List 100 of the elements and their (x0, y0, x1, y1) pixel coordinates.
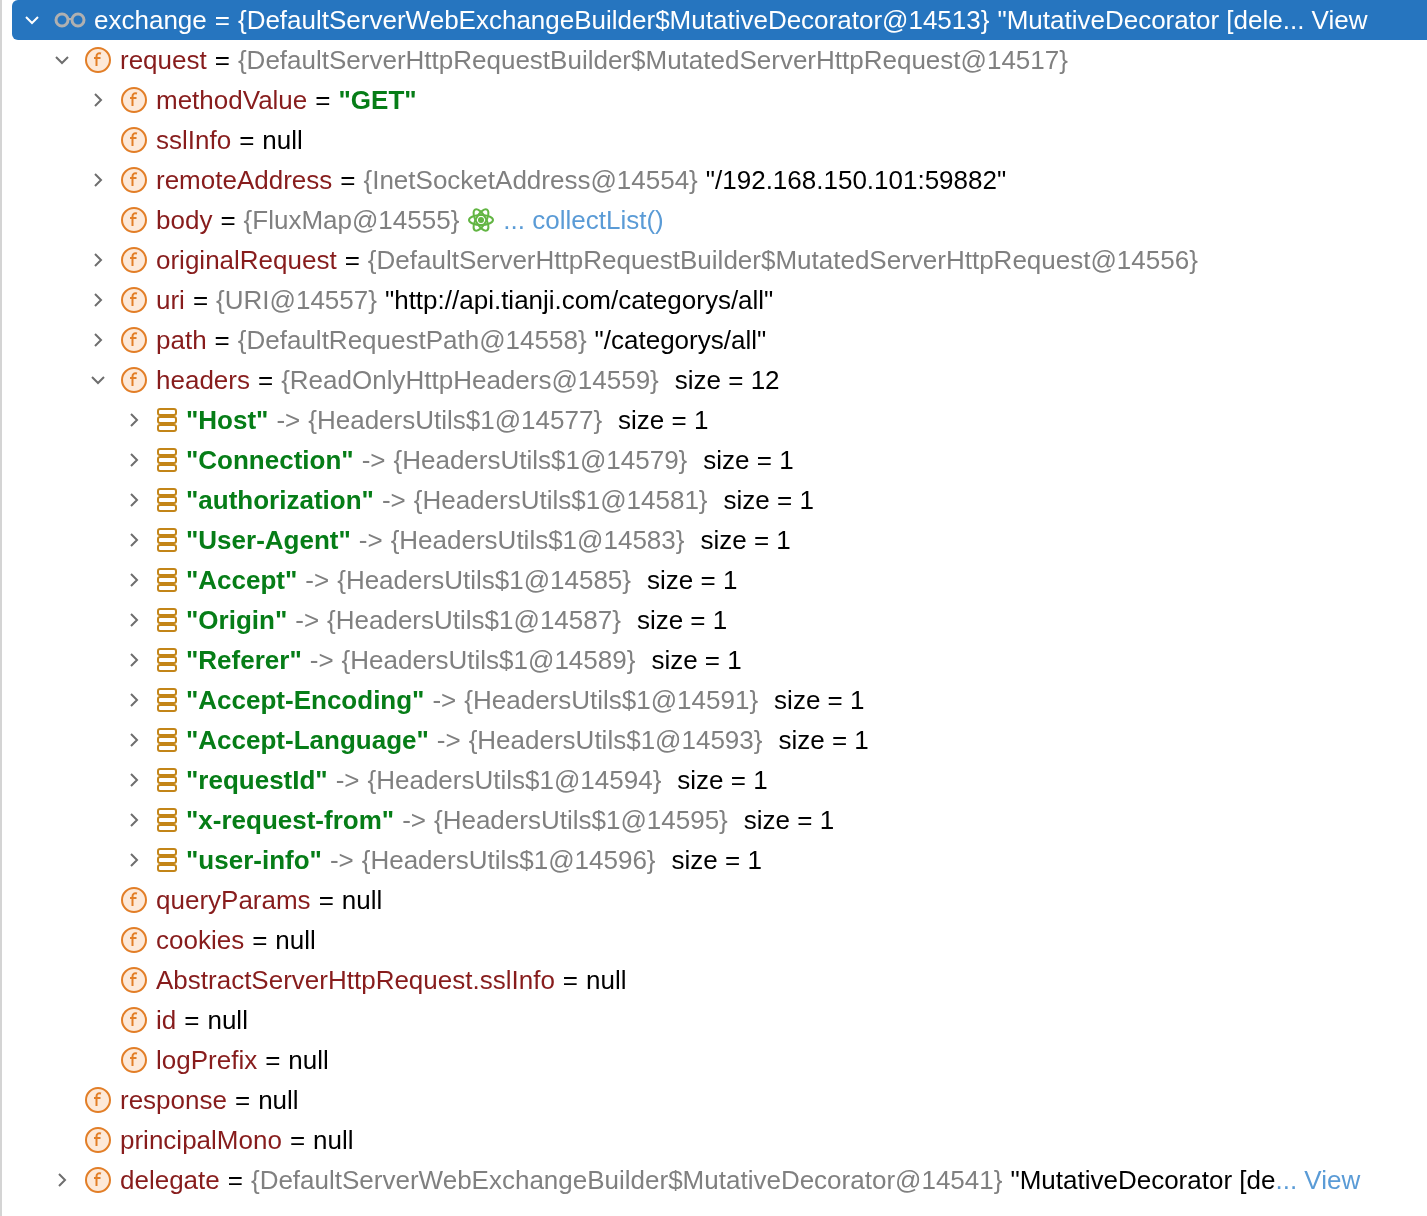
tree-row[interactable]: path = {DefaultRequestPath@14558} "/categorys/all" (2, 320, 1427, 360)
type-text: {DefaultServerHttpRequestBuilder$MutatedServerHttpRequest@14517} (237, 44, 1068, 76)
tree-row[interactable]: "Accept-Language" -> {HeadersUtils$1@14593} size = 1 (2, 720, 1427, 760)
type-text: {HeadersUtils$1@14579} (393, 444, 688, 476)
value-text: null (313, 1124, 354, 1156)
entry-icon (156, 807, 178, 833)
size-text: size = 1 (647, 564, 738, 596)
equals-text: = (289, 1124, 306, 1156)
variable-name: "User-Agent" (186, 524, 351, 556)
field-icon (84, 46, 112, 74)
equals-text: = (192, 284, 209, 316)
equals-text: = (214, 44, 230, 76)
entry-icon (156, 567, 178, 593)
tree-row[interactable]: "requestId" -> {HeadersUtils$1@14594} size = 1 (2, 760, 1427, 800)
tree-row[interactable]: "Accept" -> {HeadersUtils$1@14585} size = 1 (2, 560, 1427, 600)
tree-row[interactable]: uri = {URI@14557} "http://api.tianji.com/categorys/all" (2, 280, 1427, 320)
size-text: size = 1 (618, 404, 709, 436)
value-text: null (207, 1004, 248, 1036)
tree-row[interactable]: logPrefix = null (2, 1040, 1427, 1080)
tree-row[interactable]: body = {FluxMap@14555} ... collectList() (2, 200, 1427, 240)
value-text: null (262, 124, 303, 156)
tree-row[interactable]: cookies = null (2, 920, 1427, 960)
type-text: {HeadersUtils$1@14589} (341, 644, 636, 676)
tree-row[interactable]: "user-info" -> {HeadersUtils$1@14596} size = 1 (2, 840, 1427, 880)
tree-row[interactable]: originalRequest = {DefaultServerHttpRequestBuilder$MutatedServerHttpRequest@14556} (2, 240, 1427, 280)
field-icon (120, 126, 148, 154)
tree-row[interactable]: "Referer" -> {HeadersUtils$1@14589} size = 1 (2, 640, 1427, 680)
arrow-text: -> (432, 684, 457, 716)
tree-row[interactable]: methodValue = "GET" (2, 80, 1427, 120)
field-icon (84, 1166, 112, 1194)
tree-row[interactable]: "x-request-from" -> {HeadersUtils$1@14595} size = 1 (2, 800, 1427, 840)
equals-text: = (562, 964, 579, 996)
variable-name: "requestId" (186, 764, 328, 796)
field-icon (120, 1046, 148, 1074)
variable-name: "user-info" (186, 844, 322, 876)
variable-name: "Accept-Language" (186, 724, 429, 756)
link[interactable]: ... View (1282, 4, 1368, 36)
size-text: size = 1 (774, 684, 865, 716)
variable-name: cookies (156, 924, 245, 956)
value-text: "GET" (338, 84, 417, 116)
tree-row[interactable]: "Accept-Encoding" -> {HeadersUtils$1@14591} size = 1 (2, 680, 1427, 720)
value-text: "/categorys/all" (594, 324, 767, 356)
tree-row[interactable]: remoteAddress = {InetSocketAddress@14554} "/192.168.150.101:59882" (2, 160, 1427, 200)
variable-name: originalRequest (156, 244, 337, 276)
arrow-text: -> (309, 644, 334, 676)
variable-name: remoteAddress (156, 164, 333, 196)
tree-row[interactable]: request = {DefaultServerHttpRequestBuilder$MutatedServerHttpRequest@14517} (2, 40, 1427, 80)
variable-name: principalMono (120, 1124, 282, 1156)
tree-row[interactable]: principalMono = null (2, 1120, 1427, 1160)
size-text: size = 1 (703, 444, 794, 476)
type-text: {HeadersUtils$1@14591} (464, 684, 759, 716)
value-text: "MutativeDecorator [de (1010, 1164, 1276, 1196)
variable-name: path (156, 324, 207, 356)
size-text: size = 1 (700, 524, 791, 556)
size-text: size = 1 (671, 844, 762, 876)
variable-name: id (156, 1004, 177, 1036)
value-text: null (258, 1084, 299, 1116)
type-text: {ReadOnlyHttpHeaders@14559} (281, 364, 659, 396)
arrow-text: -> (381, 484, 406, 516)
field-icon (84, 1086, 112, 1114)
size-text: size = 1 (677, 764, 768, 796)
equals-text: = (234, 1084, 251, 1116)
size-text: size = 1 (651, 644, 742, 676)
equals-text: = (214, 324, 230, 356)
type-text: {HeadersUtils$1@14585} (337, 564, 631, 596)
equals-text: = (227, 1164, 243, 1196)
type-text: {HeadersUtils$1@14596} (361, 844, 656, 876)
tree-row[interactable]: "Origin" -> {HeadersUtils$1@14587} size = 1 (2, 600, 1427, 640)
tree-row[interactable]: "authorization" -> {HeadersUtils$1@14581} size = 1 (2, 480, 1427, 520)
type-text: {HeadersUtils$1@14577} (308, 404, 603, 436)
entry-icon (156, 647, 178, 673)
tree-row[interactable]: "Connection" -> {HeadersUtils$1@14579} size = 1 (2, 440, 1427, 480)
tree-row[interactable]: AbstractServerHttpRequest.sslInfo = null (2, 960, 1427, 1000)
tree-row[interactable]: delegate = {DefaultServerWebExchangeBuilder$MutativeDecorator@14541} "MutativeDecorator [de... View (2, 1160, 1427, 1200)
entry-icon (156, 447, 178, 473)
variable-name: "Accept" (186, 564, 298, 596)
field-icon (120, 86, 148, 114)
tree-row[interactable]: "User-Agent" -> {HeadersUtils$1@14583} size = 1 (2, 520, 1427, 560)
value-text: "/192.168.150.101:59882" (705, 164, 1007, 196)
equals-text: = (315, 84, 331, 116)
tree-row[interactable]: id = null (2, 1000, 1427, 1040)
entry-icon (156, 607, 178, 633)
tree-row[interactable]: response = null (2, 1080, 1427, 1120)
type-text: {HeadersUtils$1@14595} (434, 804, 728, 836)
type-text: {HeadersUtils$1@14583} (390, 524, 685, 556)
equals-text: = (214, 4, 230, 36)
atom-icon[interactable] (467, 206, 496, 234)
field-icon (120, 326, 148, 354)
tree-row[interactable]: queryParams = null (2, 880, 1427, 920)
tree-row[interactable]: headers = {ReadOnlyHttpHeaders@14559} size = 12 (2, 360, 1427, 400)
tree-row[interactable]: sslInfo = null (2, 120, 1427, 160)
variable-name: sslInfo (156, 124, 232, 156)
type-text: {HeadersUtils$1@14587} (327, 604, 621, 636)
tree-row[interactable]: exchange = {DefaultServerWebExchangeBuilder$MutativeDecorator@14513} "MutativeDecorator [dele... View (12, 0, 1427, 40)
arrow-text: -> (329, 844, 354, 876)
variable-name: "Origin" (186, 604, 288, 636)
variable-name: request (120, 44, 207, 76)
equals-text: = (220, 204, 236, 236)
tree-row[interactable]: "Host" -> {HeadersUtils$1@14577} size = 1 (2, 400, 1427, 440)
field-icon (120, 246, 148, 274)
